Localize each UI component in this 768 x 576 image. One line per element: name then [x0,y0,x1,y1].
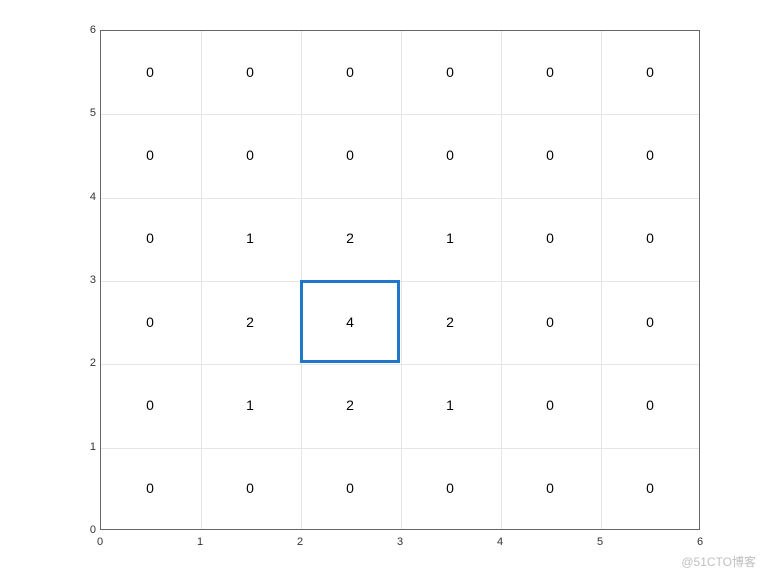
cell-value: 0 [146,230,154,246]
x-tick-label: 5 [597,536,603,548]
watermark: @51CTO博客 [681,553,756,570]
x-tick-label: 1 [197,536,203,548]
x-tick-label: 2 [297,536,303,548]
x-tick-label: 0 [97,536,103,548]
gridline-h [101,448,699,449]
cell-value: 0 [646,230,654,246]
cell-value: 2 [346,230,354,246]
y-tick-label: 5 [82,107,96,119]
cell-value: 0 [346,64,354,80]
cell-value: 0 [146,314,154,330]
y-tick-label: 6 [82,24,96,36]
cell-value: 0 [146,397,154,413]
y-tick-label: 2 [82,357,96,369]
cell-value: 0 [546,397,554,413]
cell-value: 0 [346,147,354,163]
cell-value: 1 [446,397,454,413]
gridline-v [501,31,502,529]
x-tick-label: 6 [697,536,703,548]
cell-value: 0 [446,147,454,163]
cell-value: 0 [546,64,554,80]
gridline-h [101,281,699,282]
gridline-h [101,364,699,365]
cell-value: 0 [146,64,154,80]
cell-value: 0 [646,314,654,330]
x-tick-label: 4 [497,536,503,548]
cell-value: 1 [246,397,254,413]
gridline-v [301,31,302,529]
cell-value: 0 [446,64,454,80]
cell-value: 4 [346,314,354,330]
gridline-h [101,114,699,115]
cell-value: 0 [546,480,554,496]
cell-value: 1 [446,230,454,246]
y-tick-label: 3 [82,274,96,286]
cell-value: 0 [646,397,654,413]
y-tick-label: 4 [82,191,96,203]
cell-value: 0 [546,147,554,163]
cell-value: 2 [246,314,254,330]
cell-value: 1 [246,230,254,246]
gridline-v [601,31,602,529]
cell-value: 0 [246,147,254,163]
cell-value: 0 [146,147,154,163]
gridline-v [401,31,402,529]
cell-value: 0 [646,64,654,80]
cell-value: 2 [446,314,454,330]
cell-value: 0 [246,480,254,496]
cell-value: 0 [446,480,454,496]
cell-value: 0 [646,480,654,496]
cell-value: 0 [646,147,654,163]
gridline-h [101,198,699,199]
cell-value: 0 [546,230,554,246]
x-tick-label: 3 [397,536,403,548]
gridline-v [201,31,202,529]
cell-value: 0 [246,64,254,80]
plot-area [100,30,700,530]
cell-value: 0 [346,480,354,496]
cell-value: 0 [546,314,554,330]
y-tick-label: 1 [82,441,96,453]
cell-value: 2 [346,397,354,413]
cell-value: 0 [146,480,154,496]
y-tick-label: 0 [82,524,96,536]
